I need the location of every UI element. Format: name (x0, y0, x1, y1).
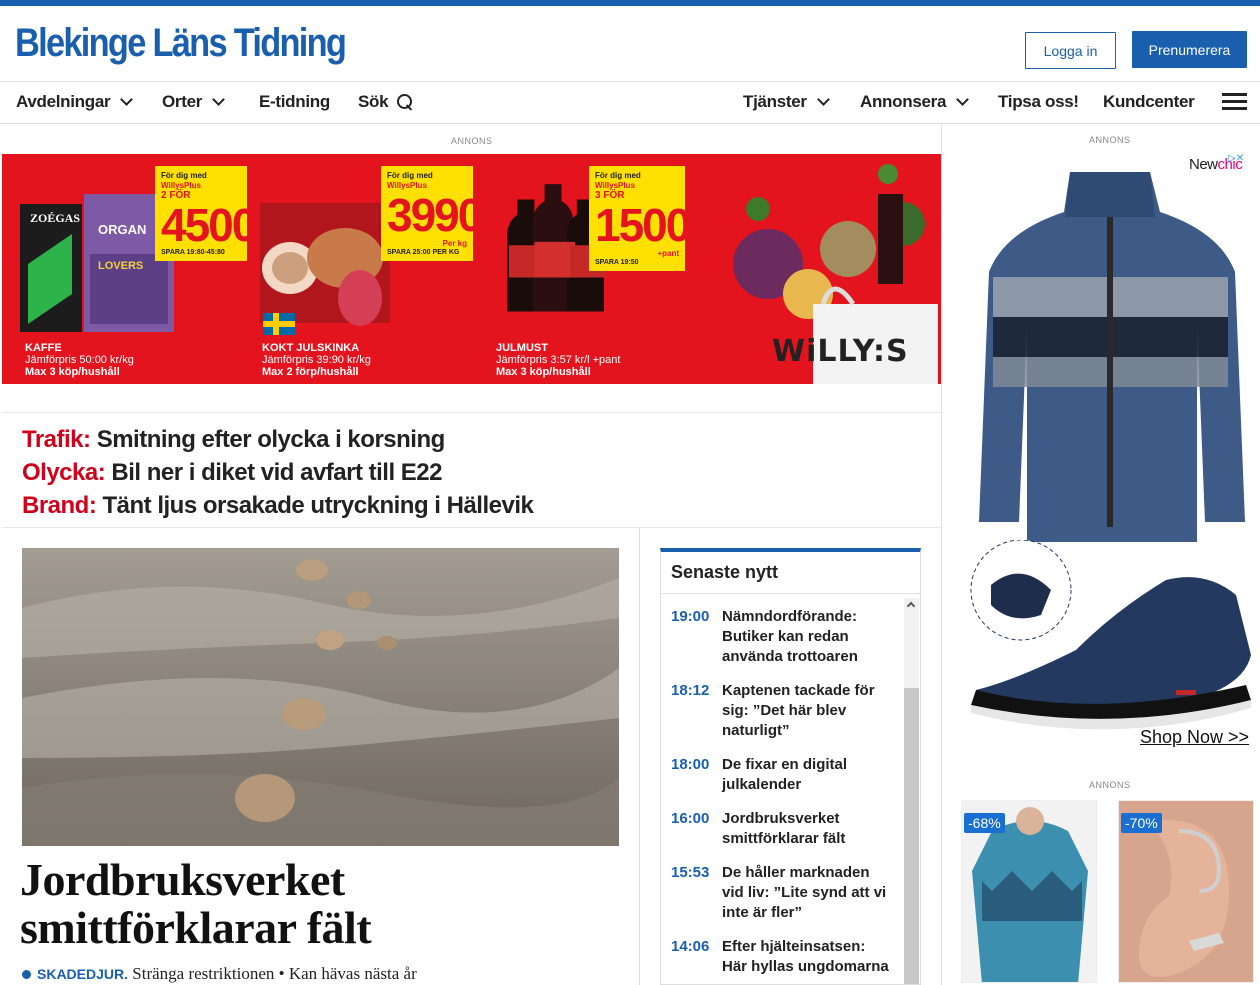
product-ad-earring[interactable]: -70% (1118, 800, 1254, 983)
chevron-down-icon (212, 93, 225, 106)
news-time: 18:00 (671, 756, 710, 773)
shoe-product-image[interactable] (966, 540, 1256, 745)
news-time: 15:53 (671, 864, 710, 881)
latest-news-item[interactable]: 18:12 Kaptenen tackade för sig: ”Det här … (671, 681, 893, 741)
ad-label: ANNONS (451, 136, 493, 146)
news-text: De håller marknaden vid liv: ”Lite synd … (722, 864, 887, 921)
nav-label: Sök (358, 92, 389, 111)
headline-kicker: Brand: (22, 492, 97, 519)
julmust-price-tag: För dig med WillysPlus 3 FÖR 1500 +pant … (589, 166, 691, 271)
news-time: 18:12 (671, 682, 710, 699)
nav-annonsera[interactable]: Annonsera (860, 92, 969, 112)
julmust-caption: JULMUST Jämförpris 3:57 kr/l +pant Max 3… (496, 342, 621, 378)
column-divider (639, 528, 640, 985)
latest-news-item[interactable]: 15:53 De håller marknaden vid liv: ”Lite … (671, 863, 893, 923)
headline-text: Tänt ljus orsakade utryckning i Hällevik (96, 492, 534, 519)
nav-label: Avdelningar (16, 92, 111, 111)
site-header: Blekinge Läns Tidning Logga in Prenumere… (0, 6, 1260, 82)
news-text: Kaptenen tackade för sig: ”Det här blev … (722, 682, 875, 739)
latest-news-title: Senaste nytt (661, 552, 920, 594)
willys-logo: WiLLY:S (772, 334, 909, 369)
ham-product-image (260, 203, 390, 335)
nav-search[interactable]: Sök (358, 92, 413, 112)
article-title-line: Jordbruksverket (20, 854, 345, 905)
headline-kicker: Trafik: (22, 426, 91, 453)
nav-tipsa[interactable]: Tipsa oss! (998, 92, 1079, 112)
headline-link[interactable]: Trafik: Smitning efter olycka i korsning (22, 423, 921, 456)
bullet-dot-icon (22, 970, 31, 979)
nav-label: Orter (162, 92, 203, 111)
chevron-down-icon (120, 93, 134, 106)
nav-label: Tjänster (743, 92, 807, 111)
hamburger-icon[interactable] (1222, 93, 1247, 111)
news-text: Jordbruksverket smittförklarar fält (722, 810, 846, 847)
willys-ad[interactable]: ZOÉGAS ORGAN LOVERS För dig med WillysPl… (2, 154, 941, 384)
breaking-headlines: Trafik: Smitning efter olycka i korsning… (2, 412, 941, 528)
nav-avdelningar[interactable]: Avdelningar (16, 92, 134, 112)
search-icon (396, 94, 413, 110)
headline-link[interactable]: Brand: Tänt ljus orsakade utryckning i H… (22, 489, 921, 522)
scrollbar-thumb[interactable] (904, 688, 919, 984)
site-logo[interactable]: Blekinge Läns Tidning (15, 23, 347, 63)
article-tag: SKADEDJUR. (37, 966, 129, 982)
login-button[interactable]: Logga in (1025, 32, 1116, 69)
news-time: 16:00 (671, 810, 710, 827)
coffee-product-image: ZOÉGAS ORGAN LOVERS (20, 194, 174, 332)
latest-news-item[interactable]: 16:00 Jordbruksverket smittförklarar fält (671, 809, 893, 849)
nav-label: Annonsera (860, 92, 947, 111)
latest-news-item[interactable]: 19:00 Nämndordförande: Butiker kan redan … (671, 607, 893, 667)
nav-orter[interactable]: Orter (162, 92, 225, 112)
ad-label: ANNONS (1089, 780, 1131, 790)
svg-text:LOVERS: LOVERS (98, 260, 143, 272)
article-title-line: smittförklarar fält (20, 902, 372, 953)
coffee-caption: KAFFE Jämförpris 50:00 kr/kg Max 3 köp/h… (25, 342, 134, 378)
news-time: 19:00 (671, 608, 710, 625)
headline-kicker: Olycka: (22, 459, 106, 486)
main-nav: Avdelningar Orter E-tidning Sök Tjänster… (0, 83, 1260, 124)
jacket-product-image[interactable] (975, 167, 1245, 542)
adchoices-icon[interactable]: ▷✕ (1228, 153, 1250, 167)
article-image[interactable] (22, 548, 619, 846)
ad-label: ANNONS (1089, 135, 1131, 145)
news-text: Nämndordförande: Butiker kan redan använ… (722, 608, 858, 665)
coffee-price-tag: För dig med WillysPlus 2 FÖR 4500 SPARA … (155, 166, 257, 261)
svg-text:ORGAN: ORGAN (98, 222, 146, 237)
latest-news-item[interactable]: 18:00 De fixar en digital julkalender (671, 755, 893, 795)
nav-label: Tipsa oss! (998, 92, 1079, 111)
news-text: De fixar en digital julkalender (722, 756, 848, 793)
news-time: 14:06 (671, 938, 710, 955)
article-lead: SKADEDJUR. Stränga restriktionen • Kan h… (22, 964, 417, 984)
headline-text: Smitning efter olycka i korsning (90, 426, 446, 453)
headline-text: Bil ner i diket vid avfart till E22 (105, 459, 443, 486)
shop-now-link[interactable]: Shop Now >> (1140, 727, 1249, 748)
discount-badge: -68% (964, 813, 1005, 833)
ham-price-tag: För dig med WillysPlus 3990 Per kg SPARA… (381, 166, 483, 261)
ham-caption: KOKT JULSKINKA Jämförpris 39:90 kr/kg Ma… (262, 342, 371, 378)
latest-news-item[interactable]: 14:06 Efter hjälteinsatsen: Här hyllas un… (671, 937, 893, 977)
nav-kundcenter[interactable]: Kundcenter (1103, 92, 1195, 112)
nav-label: E-tidning (259, 92, 330, 111)
latest-news-panel: Senaste nytt 19:00 Nämndordförande: Butik… (660, 548, 921, 985)
product-ad-blouse[interactable]: -68% (961, 800, 1097, 983)
chevron-down-icon (956, 93, 969, 106)
subscribe-button[interactable]: Prenumerera (1132, 31, 1247, 68)
discount-badge: -70% (1121, 813, 1162, 833)
nav-e-tidning[interactable]: E-tidning (259, 92, 330, 112)
news-text: Efter hjälteinsatsen: Här hyllas ungdoma… (722, 938, 889, 975)
article-title[interactable]: Jordbruksverket smittförklarar fält (20, 854, 372, 953)
latest-news-scrollbar[interactable] (904, 598, 919, 984)
coffee-brand-text: ZOÉGAS (30, 211, 80, 225)
chevron-down-icon (816, 93, 830, 106)
scroll-up-arrow-icon[interactable] (906, 601, 916, 611)
headline-link[interactable]: Olycka: Bil ner i diket vid avfart till … (22, 456, 921, 489)
nav-tjanster[interactable]: Tjänster (743, 92, 830, 112)
article-lead-text: Stränga restriktionen • Kan hävas nästa … (128, 964, 417, 983)
nav-label: Kundcenter (1103, 92, 1195, 111)
